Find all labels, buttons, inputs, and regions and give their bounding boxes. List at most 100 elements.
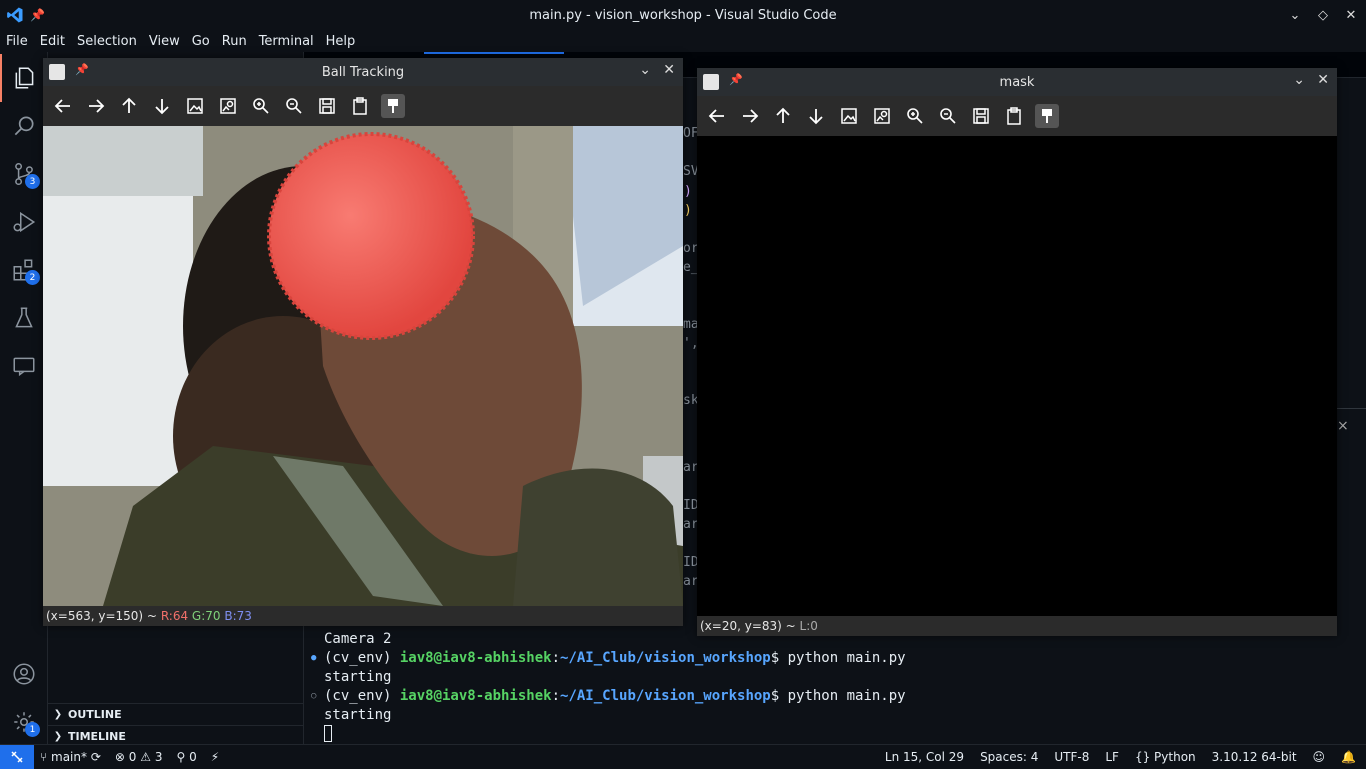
language-mode[interactable]: {} Python [1135,750,1196,764]
search-icon[interactable] [0,102,48,150]
extensions-badge: 2 [25,270,40,285]
pin-icon[interactable]: 📌 [30,8,48,22]
zoom-out-icon[interactable] [936,104,960,128]
zoom-out-icon[interactable] [282,94,306,118]
menu-go[interactable]: Go [186,34,216,49]
mask-toolbar [697,96,1337,136]
indentation[interactable]: Spaces: 4 [980,750,1038,764]
menu-edit[interactable]: Edit [34,34,71,49]
terminal-panel[interactable]: Camera 2 ● (cv_env) iav8@iav8-abhishek:~… [304,626,1366,744]
properties-icon[interactable] [1035,104,1059,128]
accounts-badge: 1 [25,722,40,737]
menu-file[interactable]: File [0,34,34,49]
pixel-r-value: R:64 [160,609,189,623]
terminal-path: ~/AI_Club/vision_workshop [560,688,771,704]
arrow-down-icon[interactable] [150,94,174,118]
properties-icon[interactable] [381,94,405,118]
python-interpreter[interactable]: 3.10.12 64-bit [1212,750,1297,764]
menu-bar: File Edit Selection View Go Run Terminal… [0,30,361,52]
line-ending[interactable]: LF [1105,750,1119,764]
maximize-diamond-icon[interactable]: ◇ [1316,8,1330,23]
ports-status[interactable]: ⚲ 0 [176,750,196,764]
save-icon[interactable] [969,104,993,128]
menu-selection[interactable]: Selection [71,34,143,49]
arrow-right-icon[interactable] [738,104,762,128]
accounts-icon[interactable] [0,650,48,698]
status-bar: ⑂ main* ⟳ ⊗ 0 ⚠ 3 ⚲ 0 ⚡ Ln 15, Col 29 Sp… [0,744,1366,769]
arrow-left-icon[interactable] [51,94,75,118]
warning-icon: ⚠ [140,749,155,764]
language-label: Python [1154,749,1196,764]
ball-tracking-toolbar [43,86,683,126]
remote-chat-icon[interactable] [0,342,48,390]
chevron-right-icon: ❯ [53,709,63,720]
minimize-chevron-icon[interactable]: ⌄ [1293,72,1305,88]
ports-count: 0 [189,749,197,764]
close-window-icon[interactable]: ✕ [1344,8,1358,23]
zoom-in-icon[interactable] [249,94,273,118]
close-icon[interactable]: ✕ [663,62,675,78]
terminal-cursor-line [324,725,332,744]
notifications-bell-icon[interactable]: 🔔 [1341,750,1356,764]
source-control-icon[interactable]: 3 [0,150,48,198]
menu-help[interactable]: Help [320,34,362,49]
zoom-in-icon[interactable] [903,104,927,128]
branch-status[interactable]: ⑂ main* ⟳ [40,750,101,764]
extensions-icon[interactable]: 2 [0,246,48,294]
arrow-up-icon[interactable] [771,104,795,128]
mask-statusbar: (x=20, y=83) ~ L:0 [697,616,1337,636]
panel-border [1337,408,1366,409]
mask-title: mask [999,74,1035,90]
pixel-b-value: B:73 [224,609,252,623]
testing-flask-icon[interactable] [0,294,48,342]
arrow-down-icon[interactable] [804,104,828,128]
mask-titlebar[interactable]: 📌 mask ⌄ ✕ [697,68,1337,96]
clipboard-icon[interactable] [348,94,372,118]
outline-section[interactable]: ❯ OUTLINE [48,703,304,725]
close-icon[interactable]: ✕ [1317,72,1329,88]
minimize-chevron-icon[interactable]: ⌄ [639,62,651,78]
mask-image[interactable] [697,136,1337,616]
menu-terminal[interactable]: Terminal [253,34,320,49]
webcam-frame[interactable] [43,126,683,606]
window-title: main.py - vision_workshop - Visual Studi… [529,7,837,23]
pixel-g-value: G:70 [191,609,221,623]
menu-view[interactable]: View [143,34,186,49]
image-icon[interactable] [837,104,861,128]
terminal-line: starting [324,707,392,723]
debug-launch-icon[interactable]: ⚡ [211,750,219,764]
arrow-left-icon[interactable] [705,104,729,128]
panel-close-icon[interactable]: × [1337,418,1349,434]
menu-run[interactable]: Run [216,34,253,49]
minimize-chevron-icon[interactable]: ⌄ [1288,8,1302,23]
source-control-badge: 3 [25,174,40,189]
ball-tracking-window: 📌 Ball Tracking ⌄ ✕ (x=563, y=150) ~ R:6… [43,58,683,626]
run-debug-icon[interactable] [0,198,48,246]
save-icon[interactable] [315,94,339,118]
image-icon[interactable] [183,94,207,118]
problems-status[interactable]: ⊗ 0 ⚠ 3 [115,750,163,764]
copilot-icon[interactable]: ☺ [1313,750,1326,764]
image-search-icon[interactable] [870,104,894,128]
mask-pixel-l-value: L:0 [799,619,818,633]
clipboard-icon[interactable] [1002,104,1026,128]
error-count: 0 [128,749,137,764]
ball-tracking-titlebar[interactable]: 📌 Ball Tracking ⌄ ✕ [43,58,683,86]
terminal-command: $ python main.py [770,688,906,704]
code-fragment: ) [684,184,692,199]
error-icon: ⊗ [114,749,129,764]
branch-icon: ⑂ [40,749,52,764]
cursor-position[interactable]: Ln 15, Col 29 [885,750,964,764]
explorer-icon[interactable] [0,54,48,102]
branch-name: main* [51,749,87,764]
arrow-up-icon[interactable] [117,94,141,118]
activity-bar: 3 2 1 [0,52,48,744]
ports-icon: ⚲ [176,749,190,764]
manage-gear-icon[interactable]: 1 [0,698,48,746]
terminal-status-dot: ● [311,653,317,663]
image-search-icon[interactable] [216,94,240,118]
mask-window: 📌 mask ⌄ ✕ (x=20, y=83) ~ L:0 [697,68,1337,636]
encoding[interactable]: UTF-8 [1054,750,1089,764]
remote-indicator-icon[interactable] [0,744,34,769]
arrow-right-icon[interactable] [84,94,108,118]
